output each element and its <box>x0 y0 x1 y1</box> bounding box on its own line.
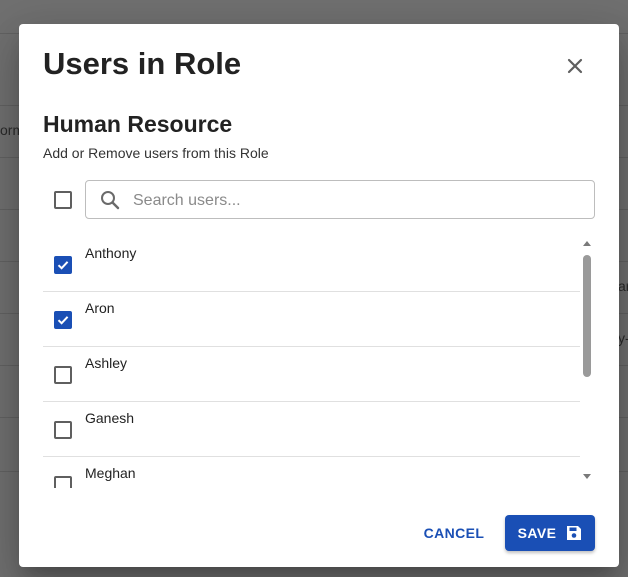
scroll-down-arrow-icon[interactable] <box>583 474 591 479</box>
background-text-fragment: y- <box>618 330 628 346</box>
select-all-checkbox[interactable] <box>54 191 72 209</box>
users-in-role-dialog: Users in Role Human Resource Add or Remo… <box>19 24 619 567</box>
user-checkbox[interactable] <box>54 366 72 384</box>
user-checkbox[interactable] <box>54 421 72 439</box>
cancel-button[interactable]: CANCEL <box>416 515 492 551</box>
user-name: Anthony <box>85 245 137 261</box>
save-icon <box>567 526 582 540</box>
user-list-item[interactable]: Ganesh <box>43 401 580 457</box>
close-button[interactable] <box>561 52 589 80</box>
background-text-fragment: ar <box>618 278 628 294</box>
user-list-item[interactable]: Meghan <box>43 456 580 488</box>
save-button-label: SAVE <box>517 525 557 541</box>
user-name: Aron <box>85 300 115 316</box>
user-checkbox[interactable] <box>54 256 72 274</box>
scroll-up-arrow-icon[interactable] <box>583 241 591 246</box>
close-icon <box>567 58 583 74</box>
scroll-thumb[interactable] <box>583 255 591 377</box>
user-checkbox[interactable] <box>54 476 72 488</box>
user-list-scrollbar[interactable] <box>581 238 593 484</box>
dialog-title: Users in Role <box>43 46 242 81</box>
search-input[interactable] <box>131 181 575 220</box>
user-list-item[interactable]: Ashley <box>43 346 580 402</box>
user-name: Ganesh <box>85 410 135 426</box>
user-name: Meghan <box>85 465 136 481</box>
user-list-item[interactable]: Anthony <box>43 236 580 292</box>
search-icon <box>101 191 120 210</box>
user-list[interactable]: Anthony Aron Ashley Ganesh Meghan <box>43 236 580 488</box>
search-field[interactable] <box>85 180 595 220</box>
save-button[interactable]: SAVE <box>505 515 595 551</box>
user-checkbox[interactable] <box>54 311 72 329</box>
user-name: Ashley <box>85 355 128 371</box>
role-name: Human Resource <box>43 111 233 137</box>
user-list-item[interactable]: Aron <box>43 291 580 347</box>
dialog-description: Add or Remove users from this Role <box>43 145 269 161</box>
